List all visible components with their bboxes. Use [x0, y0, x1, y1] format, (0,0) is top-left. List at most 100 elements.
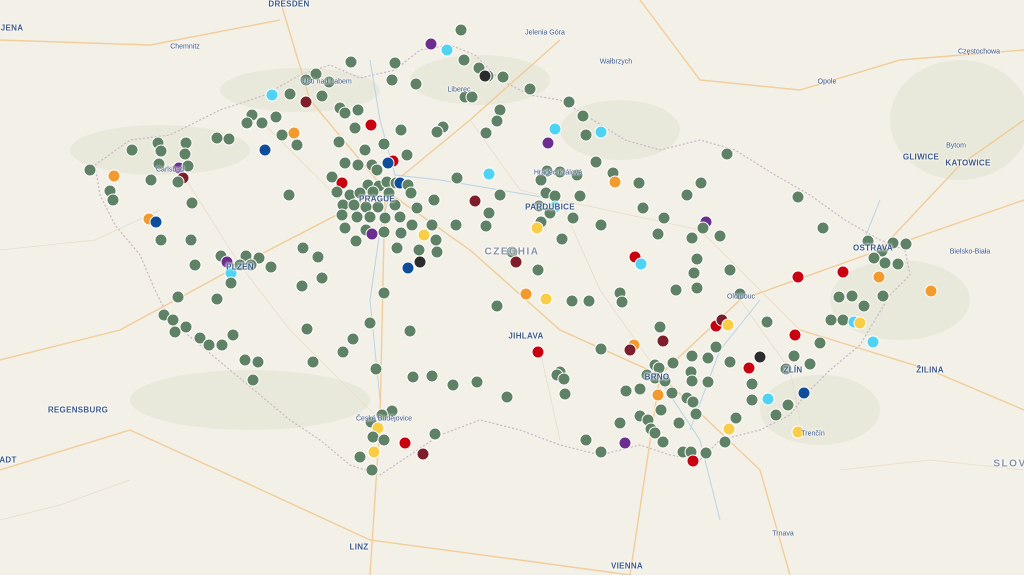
- location-marker-green[interactable]: [188, 258, 202, 272]
- location-marker-cyan[interactable]: [594, 125, 608, 139]
- location-marker-green[interactable]: [449, 218, 463, 232]
- location-marker-green[interactable]: [566, 211, 580, 225]
- location-marker-green[interactable]: [425, 218, 439, 232]
- location-marker-green[interactable]: [429, 233, 443, 247]
- location-marker-green[interactable]: [315, 271, 329, 285]
- location-marker-green[interactable]: [709, 340, 723, 354]
- location-marker-green[interactable]: [781, 398, 795, 412]
- location-marker-green[interactable]: [349, 234, 363, 248]
- location-marker-green[interactable]: [405, 218, 419, 232]
- location-marker-green[interactable]: [496, 70, 510, 84]
- location-marker-green[interactable]: [558, 387, 572, 401]
- location-marker-green[interactable]: [562, 95, 576, 109]
- location-marker-green[interactable]: [385, 73, 399, 87]
- location-marker-green[interactable]: [332, 135, 346, 149]
- location-marker-green[interactable]: [565, 294, 579, 308]
- location-marker-orange[interactable]: [872, 270, 886, 284]
- location-marker-green[interactable]: [745, 393, 759, 407]
- location-marker-green[interactable]: [409, 77, 423, 91]
- location-marker-green[interactable]: [878, 256, 892, 270]
- location-marker-green[interactable]: [83, 163, 97, 177]
- location-marker-blue[interactable]: [149, 215, 163, 229]
- location-marker-yellow[interactable]: [539, 292, 553, 306]
- location-marker-green[interactable]: [666, 356, 680, 370]
- location-marker-green[interactable]: [425, 369, 439, 383]
- location-marker-green[interactable]: [106, 193, 120, 207]
- location-marker-green[interactable]: [555, 232, 569, 246]
- location-marker-green[interactable]: [400, 148, 414, 162]
- location-marker-green[interactable]: [377, 137, 391, 151]
- location-marker-green[interactable]: [404, 186, 418, 200]
- location-marker-green[interactable]: [653, 320, 667, 334]
- location-marker-yellow[interactable]: [853, 316, 867, 330]
- location-marker-green[interactable]: [315, 89, 329, 103]
- location-marker-green[interactable]: [615, 295, 629, 309]
- location-marker-green[interactable]: [215, 338, 229, 352]
- location-marker-green[interactable]: [363, 316, 377, 330]
- location-marker-black[interactable]: [753, 350, 767, 364]
- location-marker-green[interactable]: [351, 103, 365, 117]
- location-marker-red[interactable]: [364, 118, 378, 132]
- location-marker-green[interactable]: [787, 349, 801, 363]
- location-marker-green[interactable]: [393, 210, 407, 224]
- location-marker-green[interactable]: [210, 131, 224, 145]
- location-marker-green[interactable]: [311, 250, 325, 264]
- location-marker-green[interactable]: [171, 175, 185, 189]
- location-marker-red[interactable]: [398, 436, 412, 450]
- location-marker-green[interactable]: [330, 185, 344, 199]
- location-marker-green[interactable]: [832, 290, 846, 304]
- location-marker-green[interactable]: [680, 188, 694, 202]
- location-marker-green[interactable]: [348, 121, 362, 135]
- location-marker-green[interactable]: [891, 257, 905, 271]
- location-marker-green[interactable]: [619, 384, 633, 398]
- location-marker-green[interactable]: [665, 386, 679, 400]
- location-marker-green[interactable]: [594, 445, 608, 459]
- location-marker-green[interactable]: [685, 231, 699, 245]
- location-marker-green[interactable]: [282, 188, 296, 202]
- location-marker-green[interactable]: [816, 221, 830, 235]
- location-marker-green[interactable]: [696, 221, 710, 235]
- location-marker-green[interactable]: [803, 357, 817, 371]
- location-marker-green[interactable]: [579, 128, 593, 142]
- location-marker-green[interactable]: [377, 225, 391, 239]
- location-marker-green[interactable]: [377, 433, 391, 447]
- location-marker-green[interactable]: [226, 328, 240, 342]
- location-marker-darkred[interactable]: [299, 95, 313, 109]
- location-marker-green[interactable]: [760, 315, 774, 329]
- location-marker-green[interactable]: [690, 281, 704, 295]
- location-marker-red[interactable]: [686, 454, 700, 468]
- location-marker-green[interactable]: [388, 56, 402, 70]
- location-marker-green[interactable]: [713, 229, 727, 243]
- location-marker-green[interactable]: [613, 416, 627, 430]
- location-marker-green[interactable]: [240, 116, 254, 130]
- location-marker-green[interactable]: [548, 189, 562, 203]
- location-marker-green[interactable]: [125, 143, 139, 157]
- location-marker-green[interactable]: [446, 378, 460, 392]
- location-marker-cyan[interactable]: [634, 257, 648, 271]
- location-marker-red[interactable]: [531, 345, 545, 359]
- location-marker-green[interactable]: [275, 128, 289, 142]
- location-marker-green[interactable]: [338, 221, 352, 235]
- location-marker-green[interactable]: [410, 201, 424, 215]
- location-marker-green[interactable]: [479, 126, 493, 140]
- location-marker-green[interactable]: [694, 176, 708, 190]
- location-marker-green[interactable]: [594, 218, 608, 232]
- location-marker-green[interactable]: [338, 106, 352, 120]
- location-marker-green[interactable]: [685, 374, 699, 388]
- location-marker-green[interactable]: [632, 176, 646, 190]
- location-marker-green[interactable]: [672, 416, 686, 430]
- location-marker-darkred[interactable]: [623, 343, 637, 357]
- location-marker-green[interactable]: [406, 370, 420, 384]
- location-marker-green[interactable]: [531, 263, 545, 277]
- location-marker-green[interactable]: [493, 103, 507, 117]
- location-marker-orange[interactable]: [107, 169, 121, 183]
- location-marker-green[interactable]: [427, 193, 441, 207]
- location-marker-green[interactable]: [685, 349, 699, 363]
- location-marker-cyan[interactable]: [440, 43, 454, 57]
- location-marker-green[interactable]: [370, 163, 384, 177]
- location-marker-green[interactable]: [338, 156, 352, 170]
- location-marker-orange[interactable]: [608, 175, 622, 189]
- location-marker-darkred[interactable]: [416, 447, 430, 461]
- location-marker-red[interactable]: [742, 361, 756, 375]
- location-marker-green[interactable]: [813, 336, 827, 350]
